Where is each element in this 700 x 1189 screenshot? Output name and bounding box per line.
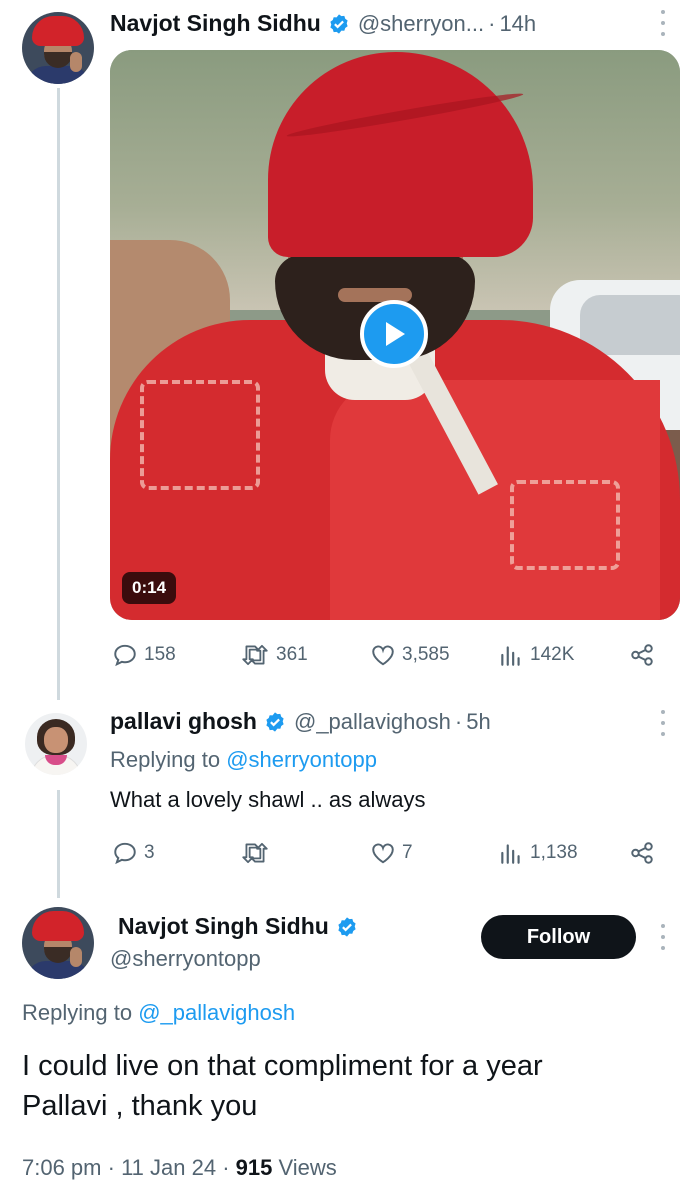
author-name[interactable]: pallavi ghosh	[110, 708, 257, 735]
views-count[interactable]: 915	[236, 1155, 273, 1180]
replying-to: Replying to @_pallavighosh	[22, 1000, 295, 1026]
retweet-button[interactable]	[240, 840, 276, 866]
thread-connector-line	[57, 790, 60, 898]
analytics-icon	[501, 844, 520, 864]
separator-dot: ·	[454, 708, 463, 734]
avatar[interactable]	[22, 12, 94, 84]
replying-to: Replying to @sherryontopp	[110, 747, 377, 773]
follow-button[interactable]: Follow	[481, 915, 636, 959]
views-button[interactable]: 1,138	[498, 840, 578, 866]
share-button[interactable]	[628, 840, 662, 866]
replying-to-link[interactable]: @sherryontopp	[226, 747, 377, 772]
tweet-header: pallavi ghosh @_pallavighosh · 5h	[110, 708, 491, 735]
more-options-icon[interactable]	[660, 10, 666, 36]
tweet-text: What a lovely shawl .. as always	[110, 787, 426, 812]
retweet-count: 361	[276, 644, 308, 665]
retweet-button[interactable]: 361	[240, 642, 308, 668]
tweet-date[interactable]: 11 Jan 24	[121, 1155, 216, 1180]
separator-dot: ·	[222, 1155, 236, 1180]
retweet-icon	[242, 644, 268, 666]
share-icon	[631, 644, 653, 666]
separator-dot: ·	[107, 1155, 122, 1180]
verified-badge-icon	[266, 711, 284, 732]
replying-to-prefix: Replying to	[22, 1000, 139, 1025]
heart-icon	[372, 843, 394, 864]
thread-connector-line	[57, 88, 60, 700]
retweet-icon	[242, 842, 268, 864]
share-button[interactable]	[628, 642, 662, 668]
share-icon	[631, 842, 653, 864]
video-duration: 0:14	[122, 572, 177, 604]
views-button[interactable]: 142K	[498, 642, 574, 668]
author-name[interactable]: Navjot Singh Sidhu	[110, 10, 321, 37]
replying-to-prefix: Replying to	[110, 747, 227, 772]
more-options-icon[interactable]	[660, 710, 666, 736]
replying-to-link[interactable]: @_pallavighosh	[138, 1000, 295, 1025]
reply-count: 158	[144, 644, 176, 665]
author-handle[interactable]: @sherryon...	[358, 11, 484, 37]
tweet-text-line: Pallavi , thank you	[22, 1090, 258, 1122]
reply-count: 3	[144, 842, 155, 863]
author-handle[interactable]: @sherryontopp	[110, 946, 261, 972]
tweet-text-line: I could live on that compliment for a ye…	[22, 1050, 543, 1082]
avatar[interactable]	[22, 907, 94, 979]
tweet-text: I could live on that compliment for a ye…	[22, 1046, 682, 1126]
tweet-time[interactable]: 14h	[499, 11, 536, 37]
reply-icon	[114, 644, 136, 667]
avatar[interactable]	[25, 713, 87, 775]
reply-icon	[114, 842, 136, 865]
more-options-icon[interactable]	[660, 924, 666, 950]
author-name[interactable]: Navjot Singh Sidhu	[118, 913, 329, 940]
reply-button[interactable]: 3	[112, 840, 155, 866]
tweet-header: Navjot Singh Sidhu	[118, 913, 358, 940]
verified-badge-icon	[330, 13, 348, 34]
reply-button[interactable]: 158	[112, 642, 176, 668]
like-button[interactable]: 7	[370, 840, 413, 866]
views-label: Views	[272, 1155, 337, 1180]
tweet-time[interactable]: 7:06 pm	[22, 1155, 102, 1180]
analytics-icon	[501, 646, 520, 666]
tweet-time[interactable]: 5h	[466, 709, 490, 735]
video-media[interactable]: 0:14	[110, 50, 680, 620]
heart-icon	[372, 645, 394, 666]
tweet-header: Navjot Singh Sidhu @sherryon... · 14h	[110, 10, 536, 37]
like-count: 3,585	[402, 644, 450, 665]
like-button[interactable]: 3,585	[370, 642, 450, 668]
play-button-icon[interactable]	[360, 300, 428, 368]
verified-badge-icon	[338, 916, 356, 937]
like-count: 7	[402, 842, 413, 863]
tweet-metadata: 7:06 pm · 11 Jan 24 · 915 Views	[22, 1155, 337, 1181]
separator-dot: ·	[488, 10, 496, 36]
author-handle[interactable]: @_pallavighosh	[294, 709, 451, 735]
views-count: 1,138	[530, 842, 578, 863]
views-count: 142K	[530, 644, 575, 665]
